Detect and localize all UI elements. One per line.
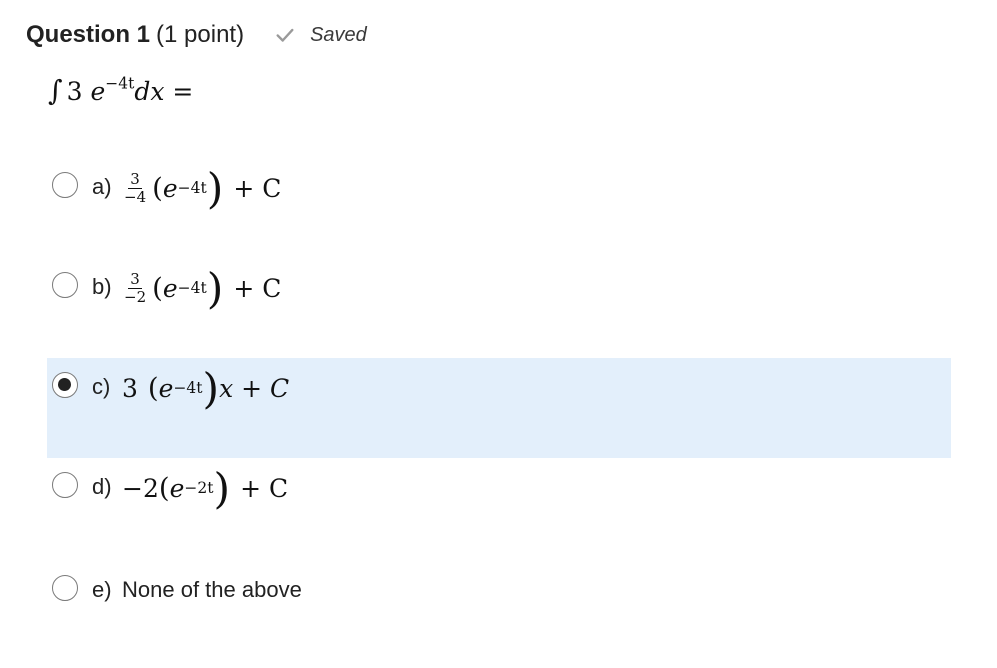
option-d-math: −2(e −2t) + C	[122, 464, 289, 514]
option-a[interactable]: a) 3 −4 (e −4t) + C	[47, 158, 951, 258]
question-points: (1 point)	[156, 21, 245, 48]
saved-label: Saved	[310, 23, 367, 46]
option-e-text: None of the above	[122, 577, 302, 602]
question-title: Question 1	[26, 21, 151, 48]
option-d[interactable]: d) −2(e −2t) + C	[47, 458, 951, 558]
radio-option-d[interactable]	[52, 472, 78, 498]
check-icon	[276, 28, 294, 42]
option-b-math: 3 −2 (e −4t) + C	[124, 264, 282, 314]
option-letter: b)	[92, 274, 112, 299]
saved-status: Saved	[274, 24, 367, 47]
option-c[interactable]: c) 3(e −4t) x + C	[47, 358, 951, 458]
option-letter: e)	[92, 577, 112, 602]
option-e[interactable]: e) None of the above	[47, 561, 951, 661]
option-letter: d)	[92, 474, 112, 499]
option-a-math: 3 −4 (e −4t) + C	[124, 164, 282, 214]
radio-option-e[interactable]	[52, 575, 78, 601]
option-c-math: 3(e −4t) x + C	[122, 364, 290, 414]
question-prompt: ∫ 3 e−4tdx =	[48, 74, 194, 107]
option-letter: c)	[92, 374, 111, 399]
radio-option-a[interactable]	[52, 172, 78, 198]
option-letter: a)	[92, 174, 112, 199]
fraction: 3 −2	[124, 269, 147, 306]
integral-sign: ∫	[48, 74, 63, 107]
option-b[interactable]: b) 3 −2 (e −4t) + C	[47, 258, 951, 358]
radio-option-c[interactable]	[52, 372, 78, 398]
radio-option-b[interactable]	[52, 272, 78, 298]
question-header: Question 1 (1 point) Saved	[26, 18, 367, 52]
fraction: 3 −4	[124, 169, 147, 206]
